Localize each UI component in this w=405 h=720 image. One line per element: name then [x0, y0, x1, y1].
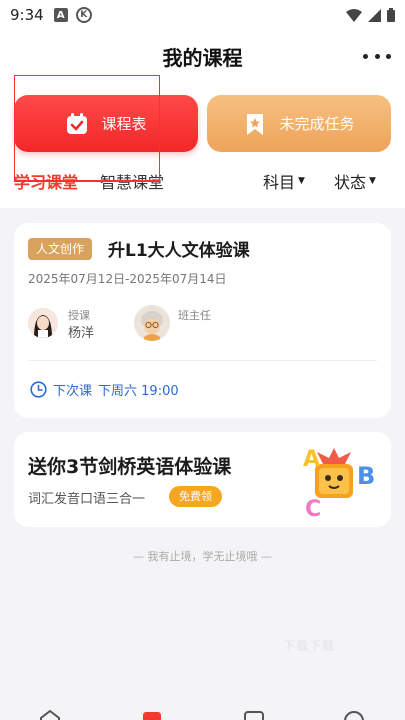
k-notification-icon: K [75, 7, 92, 23]
page-title: 我的课程 [162, 45, 243, 70]
course-card[interactable]: 人文创作 升L1大人文体验课 2025年07月12日-2025年07月14日 授… [14, 223, 391, 418]
shop-icon[interactable] [242, 709, 266, 720]
svg-text:B: B [357, 462, 375, 490]
next-class-time: 下周六 19:00 [98, 384, 179, 399]
selection-line [14, 181, 160, 182]
course-tabs: 学习课堂 智慧课堂 科目 ▼ 状态 ▼ [14, 168, 394, 194]
status-right-icons [346, 8, 395, 22]
a-notification-icon: A [53, 8, 68, 22]
clock-icon [30, 381, 47, 398]
head-teacher-avatar [134, 305, 170, 341]
wifi-icon [346, 8, 362, 22]
subject-filter[interactable]: 科目 ▼ [263, 169, 305, 193]
unfinished-tasks-button[interactable]: 未完成任务 [207, 95, 391, 152]
home-icon[interactable] [38, 709, 62, 720]
calendar-check-icon [67, 112, 88, 134]
bookmark-star-icon [247, 113, 264, 135]
more-dots-icon[interactable] [363, 44, 391, 68]
head-teacher-role-label: 班主任 [178, 309, 211, 322]
teacher-name: 杨洋 [68, 326, 95, 341]
next-class-info: 下次课 下周六 19:00 [30, 380, 179, 399]
abc-blocks-illustration: A B C [303, 447, 375, 520]
header: 我的课程 [0, 36, 405, 76]
battery-icon [387, 8, 395, 22]
bottom-nav [0, 705, 405, 720]
watermark-text: 下载下载 [283, 639, 336, 653]
course-title: 升L1大人文体验课 [108, 241, 250, 261]
promo-card[interactable]: 送你3节剑桥英语体验课 词汇发音口语三合一 免费领 A B C [14, 432, 391, 527]
status-filter-label: 状态 [334, 173, 367, 192]
signal-icon [368, 8, 381, 22]
card-divider [28, 360, 377, 361]
course-nav-icon[interactable] [140, 709, 164, 720]
subject-filter-label: 科目 [263, 173, 296, 192]
next-class-label: 下次课 [53, 384, 93, 399]
teacher-role-label: 授课 [68, 309, 90, 322]
caret-down-icon: ▼ [298, 176, 305, 186]
profile-icon[interactable] [342, 709, 366, 720]
course-category-tag: 人文创作 [28, 238, 93, 260]
promo-title: 送你3节剑桥英语体验课 [28, 456, 232, 478]
status-bar: 9:34 A K [0, 0, 405, 30]
course-dates: 2025年07月12日-2025年07月14日 [28, 272, 227, 286]
schedule-button[interactable]: 课程表 [14, 95, 198, 152]
free-claim-badge[interactable]: 免费领 [169, 486, 222, 507]
status-filter[interactable]: 状态 ▼ [334, 169, 376, 193]
caret-down-icon: ▼ [369, 176, 376, 186]
slogan-text: — 我有止境，学无止境哦 — [133, 550, 272, 563]
teacher-avatar [28, 308, 58, 338]
svg-text:A: A [303, 447, 320, 472]
schedule-button-label: 课程表 [101, 115, 147, 133]
promo-subtitle: 词汇发音口语三合一 [28, 492, 146, 507]
svg-text:C: C [305, 497, 321, 520]
status-time: 9:34 [10, 6, 44, 24]
unfinished-tasks-label: 未完成任务 [279, 115, 355, 133]
